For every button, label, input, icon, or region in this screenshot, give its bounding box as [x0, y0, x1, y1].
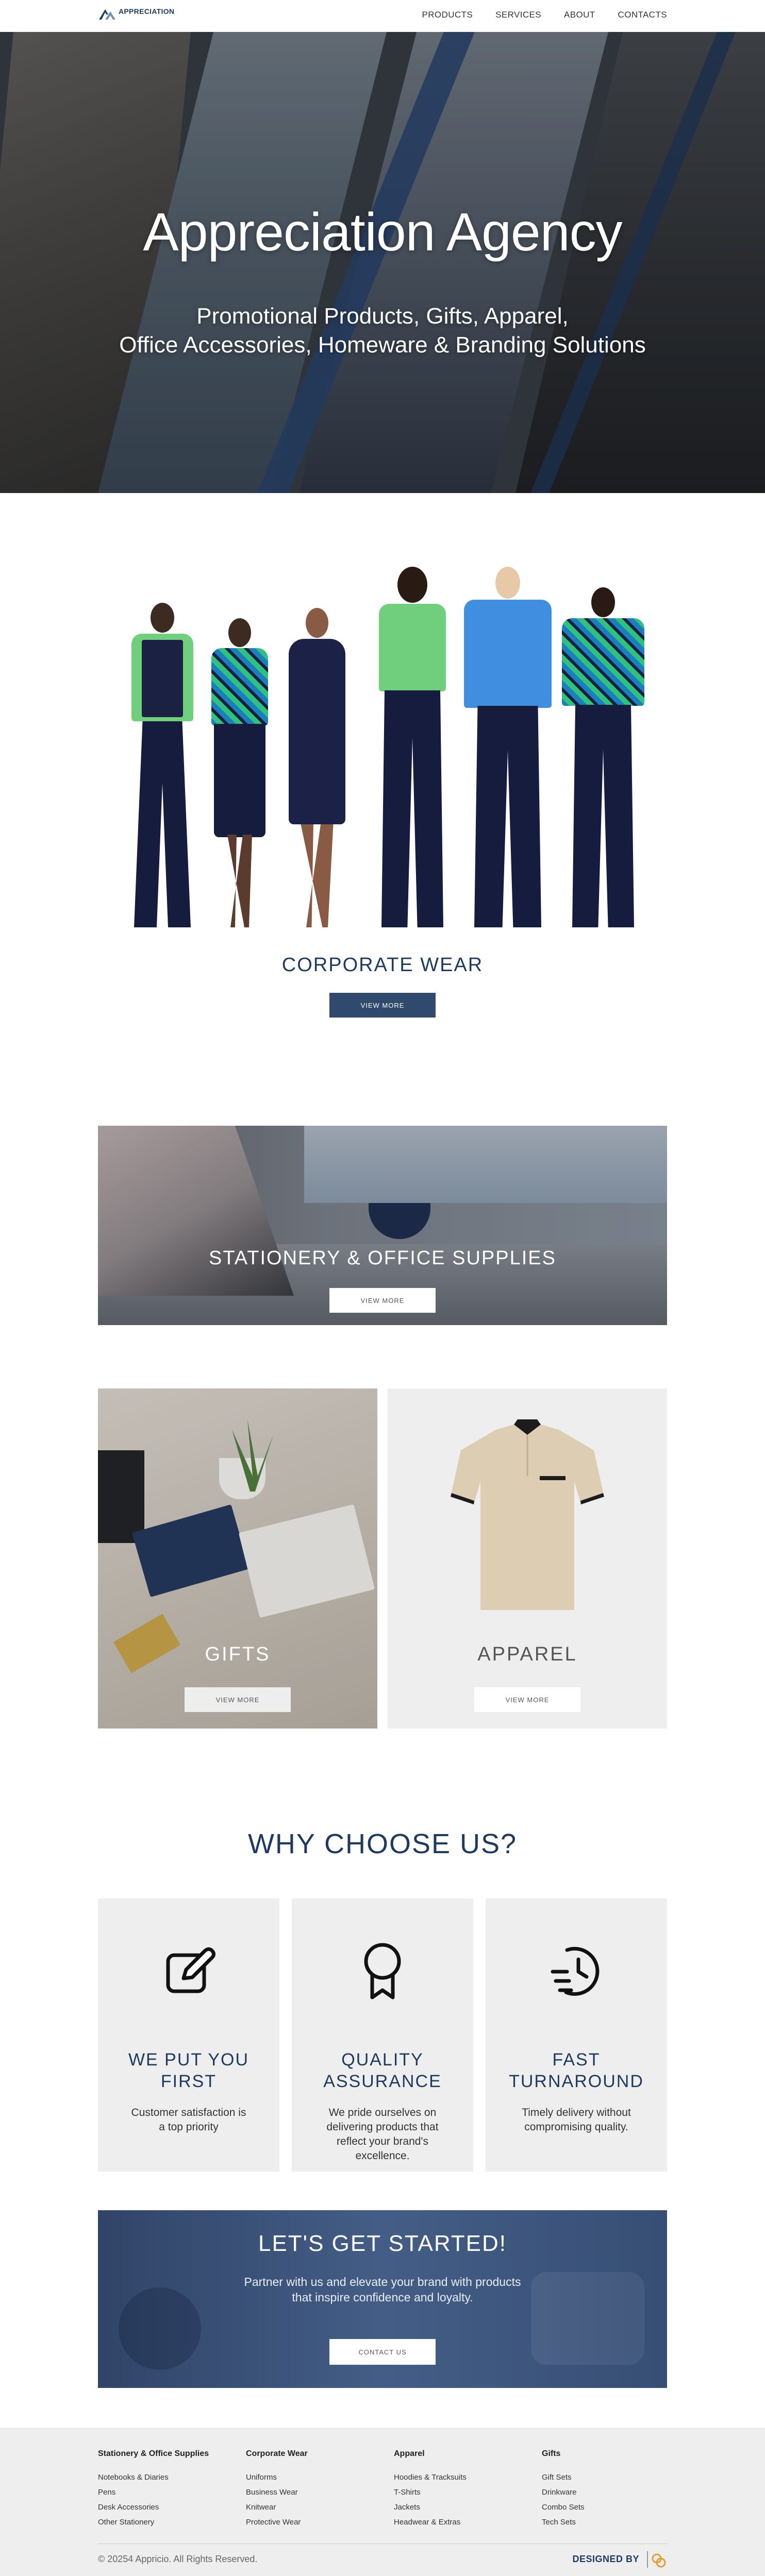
image-overlay [98, 1388, 377, 1728]
nav-link-products[interactable]: PRODUCTS [422, 10, 473, 20]
footer-link[interactable]: Tech Sets [542, 2515, 585, 2530]
polo-shirt-image [451, 1419, 604, 1610]
hero-subtitle: Promotional Products, Gifts, Apparel, Of… [0, 302, 765, 360]
model-figure [278, 608, 356, 927]
feature-title-line: WE PUT YOU [128, 2050, 250, 2070]
edit-icon [166, 1947, 216, 1993]
footer-link[interactable]: Pens [98, 2485, 209, 2500]
footer-column-stationery: Stationery & Office Supplies Notebooks &… [98, 2449, 209, 2530]
model-figure [371, 567, 454, 927]
footer-heading[interactable]: Corporate Wear [246, 2449, 308, 2459]
footer-link[interactable]: Other Stationery [98, 2515, 209, 2530]
stationery-card[interactable]: STATIONERY & OFFICE SUPPLIES VIEW MORE [98, 1126, 667, 1325]
feature-card: QUALITY ASSURANCE We pride ourselves on d… [292, 1899, 473, 2172]
mountain-logo-icon [99, 9, 115, 20]
feature-description: Customer satisfaction is a top priority [131, 2107, 246, 2133]
footer-link[interactable]: Gift Sets [542, 2470, 585, 2485]
gifts-title: GIFTS [205, 1643, 271, 1665]
stationery-title: STATIONERY & OFFICE SUPPLIES [208, 1247, 556, 1269]
footer-column-apparel: Apparel Hoodies & Tracksuits T-Shirts Ja… [394, 2449, 467, 2530]
nav-links: PRODUCTS SERVICES ABOUT CONTACTS [422, 10, 667, 20]
cta-title: LET'S GET STARTED! [258, 2231, 507, 2256]
footer-heading[interactable]: Gifts [542, 2449, 585, 2459]
footer-link[interactable]: Business Wear [246, 2485, 308, 2500]
footer-column-corporate-wear: Corporate Wear Uniforms Business Wear Kn… [246, 2449, 308, 2530]
hero-subtitle-line: Promotional Products, Gifts, Apparel, [196, 303, 569, 329]
cta-banner: LET'S GET STARTED! Partner with us and e… [98, 2210, 667, 2388]
footer-link[interactable]: T-Shirts [394, 2485, 467, 2500]
nav-link-services[interactable]: SERVICES [495, 10, 541, 20]
feature-title-line: FAST [552, 2050, 601, 2070]
apparel-title: APPAREL [477, 1643, 577, 1665]
nav-link-about[interactable]: ABOUT [564, 10, 595, 20]
copyright-text: © 20254 Appricio. All Rights Reserved. [98, 2554, 258, 2564]
footer-link[interactable]: Knitwear [246, 2500, 308, 2515]
hero-title: Appreciation Agency [143, 202, 622, 262]
designer-logo-icon[interactable] [646, 2549, 667, 2570]
top-navbar: APPRECIATION PRODUCTS SERVICES ABOUT CON… [0, 0, 765, 32]
corporate-wear-title: CORPORATE WEAR [281, 954, 484, 976]
footer-link[interactable]: Notebooks & Diaries [98, 2470, 209, 2485]
footer-heading[interactable]: Apparel [394, 2449, 467, 2459]
contact-us-button[interactable]: CONTACT US [329, 2339, 436, 2365]
feature-title-line: FIRST [160, 2072, 217, 2091]
footer-link[interactable]: Protective Wear [246, 2515, 308, 2530]
model-figure [557, 587, 650, 927]
cta-description: Partner with us and elevate your brand w… [98, 2274, 667, 2305]
feature-title: WE PUT YOU FIRST [98, 2049, 279, 2092]
cta-description-line: that inspire confidence and loyalty. [292, 2291, 473, 2304]
why-choose-title: WHY CHOOSE US? [247, 1828, 518, 1859]
footer-heading[interactable]: Stationery & Office Supplies [98, 2449, 209, 2459]
feature-title-line: ASSURANCE [323, 2072, 442, 2091]
footer-link[interactable]: Hoodies & Tracksuits [394, 2470, 467, 2485]
feature-description: We pride ourselves on delivering product… [326, 2107, 439, 2162]
corporate-wear-view-more-button[interactable]: VIEW MORE [329, 993, 436, 1018]
footer-link[interactable]: Uniforms [246, 2470, 308, 2485]
feature-title: QUALITY ASSURANCE [292, 2049, 473, 2092]
apparel-view-more-button[interactable]: VIEW MORE [474, 1687, 580, 1712]
feature-title-line: QUALITY [341, 2050, 424, 2070]
footer-link[interactable]: Desk Accessories [98, 2500, 209, 2515]
gifts-view-more-button[interactable]: VIEW MORE [185, 1687, 291, 1712]
stationery-view-more-button[interactable]: VIEW MORE [329, 1288, 436, 1313]
designed-by-label: DESIGNED BY [572, 2554, 639, 2564]
cta-description-line: Partner with us and elevate your brand w… [244, 2275, 521, 2289]
feature-description: Timely delivery without compromising qua… [522, 2107, 631, 2133]
feature-title: FAST TURNAROUND [486, 2049, 667, 2092]
apparel-card[interactable]: APPAREL VIEW MORE [388, 1388, 667, 1728]
model-figure [201, 618, 278, 927]
footer-link[interactable]: Drinkware [542, 2485, 585, 2500]
footer-link[interactable]: Jackets [394, 2500, 467, 2515]
award-ribbon-icon [364, 1943, 401, 1999]
corporate-wear-image [119, 546, 650, 927]
model-figure [459, 567, 557, 927]
logo-text: APPRECIATION [119, 7, 175, 15]
hero-subtitle-line: Office Accessories, Homeware & Branding … [119, 332, 646, 358]
footer: Stationery & Office Supplies Notebooks &… [0, 2428, 765, 2576]
nav-link-contacts[interactable]: CONTACTS [618, 10, 667, 20]
brand-logo[interactable]: APPRECIATION [98, 7, 174, 21]
footer-link[interactable]: Combo Sets [542, 2500, 585, 2515]
feature-card: FAST TURNAROUND Timely delivery without c… [486, 1899, 667, 2172]
feature-card: WE PUT YOU FIRST Customer satisfaction is… [98, 1899, 279, 2172]
gifts-card[interactable]: GIFTS VIEW MORE [98, 1388, 377, 1728]
model-figure [119, 603, 206, 927]
hero-banner: Appreciation Agency Promotional Products… [0, 32, 765, 493]
feature-title-line: TURNAROUND [509, 2072, 644, 2091]
footer-link[interactable]: Headwear & Extras [394, 2515, 467, 2530]
fast-clock-icon [551, 1946, 600, 1996]
footer-column-gifts: Gifts Gift Sets Drinkware Combo Sets Tec… [542, 2449, 585, 2530]
